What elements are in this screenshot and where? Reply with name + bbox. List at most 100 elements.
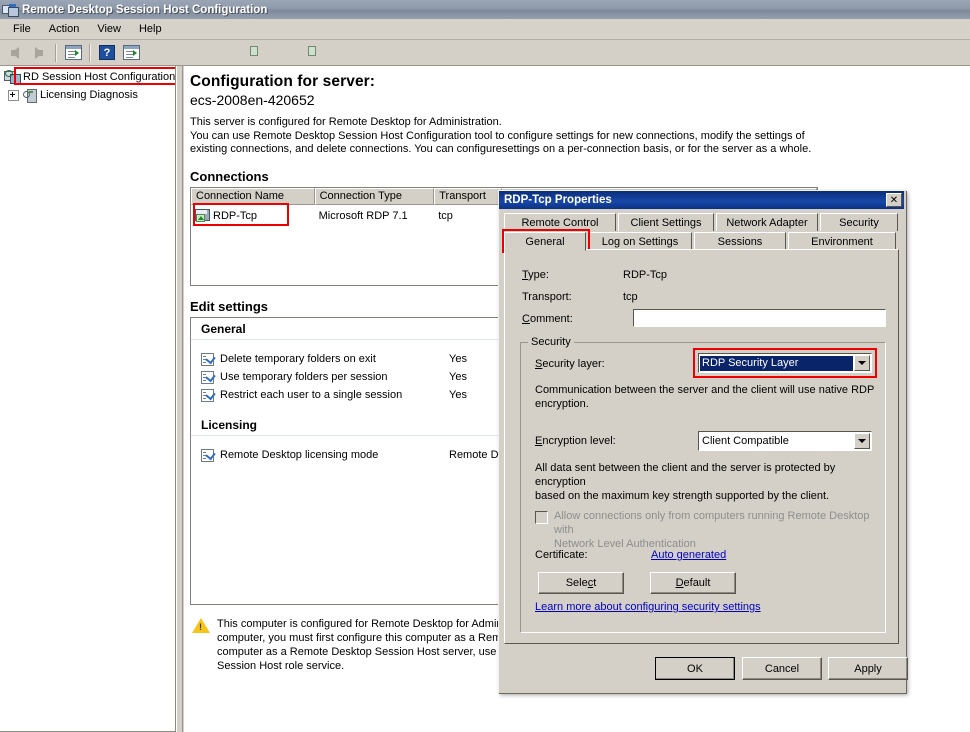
- settings-item-icon: [201, 370, 214, 384]
- settings-item-icon: [201, 352, 214, 366]
- tree-item-label: RD Session Host Configuration:: [23, 71, 176, 83]
- security-group-box: Security Security layer: RDP Security La…: [520, 336, 886, 633]
- setting-label: Remote Desktop licensing mode: [220, 449, 379, 461]
- rdp-tcp-properties-dialog: RDP-Tcp Properties ✕ Remote Control Clie…: [498, 190, 908, 693]
- column-header-transport[interactable]: Transport: [434, 188, 503, 205]
- rd-session-host-icon: [2, 2, 19, 18]
- tab-general[interactable]: General: [504, 232, 586, 251]
- cancel-button[interactable]: Cancel: [742, 657, 822, 680]
- tab-log-on-settings[interactable]: Log on Settings: [588, 232, 692, 250]
- tree-item-rd-session-host-configuration[interactable]: RD Session Host Configuration:: [0, 67, 176, 85]
- column-header-connection-type[interactable]: Connection Type: [314, 188, 435, 205]
- cell-connection-type: Microsoft RDP 7.1: [318, 209, 408, 222]
- console-tree: RD Session Host Configuration: Licensing…: [0, 66, 176, 732]
- tree-item-label: Licensing Diagnosis: [40, 89, 138, 101]
- toolbar-separator-2: [89, 43, 91, 62]
- window-title: Remote Desktop Session Host Configuratio…: [22, 3, 268, 16]
- setting-value: Yes: [449, 371, 467, 383]
- tab-remote-control[interactable]: Remote Control: [504, 213, 616, 231]
- dialog-button-bar: OK Cancel Apply: [499, 644, 908, 690]
- window-title-bar: Remote Desktop Session Host Configuratio…: [0, 0, 970, 20]
- toolbar: ?: [0, 40, 970, 66]
- setting-value: Yes: [449, 353, 467, 365]
- security-layer-desc-line-1: Communication between the server and the…: [535, 384, 875, 396]
- security-layer-value: RDP Security Layer: [700, 355, 853, 371]
- toolbar-separator-1: [55, 43, 57, 62]
- help-button[interactable]: ?: [96, 42, 118, 64]
- tab-network-adapter[interactable]: Network Adapter: [716, 213, 818, 231]
- nla-checkbox-label: Allow connections only from computers ru…: [554, 509, 884, 551]
- menu-file[interactable]: File: [4, 21, 40, 37]
- chevron-down-icon[interactable]: [854, 433, 870, 449]
- settings-item-icon: [201, 388, 214, 402]
- default-button[interactable]: Default: [650, 572, 736, 594]
- show-action-pane-button[interactable]: [120, 42, 316, 64]
- tab-security[interactable]: Security: [820, 213, 898, 231]
- transport-value: tcp: [623, 291, 638, 303]
- type-label: Type:: [522, 269, 549, 281]
- warning-line-1: This computer is configured for Remote D…: [217, 618, 514, 630]
- transport-label: Transport:: [522, 291, 572, 303]
- certificate-value-link[interactable]: Auto generated: [651, 549, 726, 561]
- expand-plus-icon[interactable]: [8, 89, 19, 101]
- description-line-2: You can use Remote Desktop Session Host …: [190, 130, 805, 142]
- setting-value: Yes: [449, 389, 467, 401]
- select-button[interactable]: Select: [538, 572, 624, 594]
- server-name: ecs-2008en-420652: [190, 92, 315, 108]
- encryption-level-value: Client Compatible: [702, 435, 789, 447]
- rd-session-host-icon: [4, 70, 21, 84]
- back-button[interactable]: [4, 42, 26, 64]
- setting-label: Use temporary folders per session: [220, 371, 388, 383]
- tree-item-licensing-diagnosis[interactable]: Licensing Diagnosis: [0, 87, 175, 103]
- menu-bar: File Action View Help: [0, 19, 970, 40]
- nla-checkbox: [535, 511, 548, 524]
- general-tab-page: Type: RDP-Tcp Transport: tcp Comment: Se…: [504, 249, 899, 644]
- dialog-tab-strip: Remote Control Client Settings Network A…: [499, 209, 904, 253]
- chevron-down-icon[interactable]: [854, 355, 870, 371]
- encryption-level-dropdown[interactable]: Client Compatible: [698, 431, 872, 451]
- dialog-title-bar: RDP-Tcp Properties ✕: [499, 191, 904, 209]
- cell-connection-name: RDP-Tcp: [213, 209, 258, 222]
- warning-line-4: Session Host role service.: [217, 660, 345, 672]
- encryption-desc-line-1: All data sent between the client and the…: [535, 462, 836, 488]
- comment-label: Comment:: [522, 313, 573, 325]
- menu-help[interactable]: Help: [130, 21, 171, 37]
- forward-button[interactable]: [28, 42, 50, 64]
- left-arrow-icon: [11, 46, 19, 59]
- nla-label-line-1: Allow connections only from computers ru…: [554, 510, 870, 536]
- tab-row-1: Remote Control Client Settings Network A…: [504, 213, 899, 231]
- menu-view[interactable]: View: [88, 21, 130, 37]
- tab-client-settings[interactable]: Client Settings: [618, 213, 714, 231]
- show-hide-console-tree-button[interactable]: [62, 42, 258, 64]
- encryption-level-label: Encryption level:: [535, 435, 616, 447]
- close-icon[interactable]: ✕: [886, 193, 902, 207]
- warning-triangle-icon: [192, 618, 210, 633]
- apply-button[interactable]: Apply: [828, 657, 908, 680]
- right-arrow-icon: [35, 46, 43, 59]
- description-line-3: existing connections, and delete connect…: [190, 143, 812, 155]
- cell-transport: tcp: [438, 209, 453, 222]
- page-title: Configuration for server:: [190, 73, 376, 90]
- setting-label: Delete temporary folders on exit: [220, 353, 376, 365]
- tab-sessions[interactable]: Sessions: [694, 232, 786, 250]
- pane-splitter[interactable]: [176, 66, 183, 732]
- comment-field[interactable]: [633, 309, 886, 327]
- rdp-connection-icon: [195, 209, 210, 222]
- setting-value: Remote De: [449, 449, 505, 461]
- dialog-title: RDP-Tcp Properties: [504, 194, 612, 206]
- tab-row-2: General Log on Settings Sessions Environ…: [502, 229, 899, 253]
- column-header-connection-name[interactable]: Connection Name: [191, 188, 315, 205]
- action-pane-icon: [122, 45, 316, 60]
- tab-environment[interactable]: Environment: [788, 232, 896, 250]
- setting-label: Restrict each user to a single session: [220, 389, 403, 401]
- learn-more-link[interactable]: Learn more about configuring security se…: [535, 601, 761, 613]
- security-layer-desc-line-2: encryption.: [535, 398, 589, 410]
- encryption-description: All data sent between the client and the…: [535, 461, 883, 503]
- menu-action[interactable]: Action: [40, 21, 89, 37]
- security-layer-dropdown[interactable]: RDP Security Layer: [698, 353, 872, 373]
- ok-button[interactable]: OK: [655, 657, 735, 680]
- encryption-desc-line-2: based on the maximum key strength suppor…: [535, 490, 830, 502]
- security-layer-description: Communication between the server and the…: [535, 383, 875, 411]
- question-mark-icon: ?: [99, 45, 115, 60]
- licensing-diagnosis-icon: [23, 88, 37, 103]
